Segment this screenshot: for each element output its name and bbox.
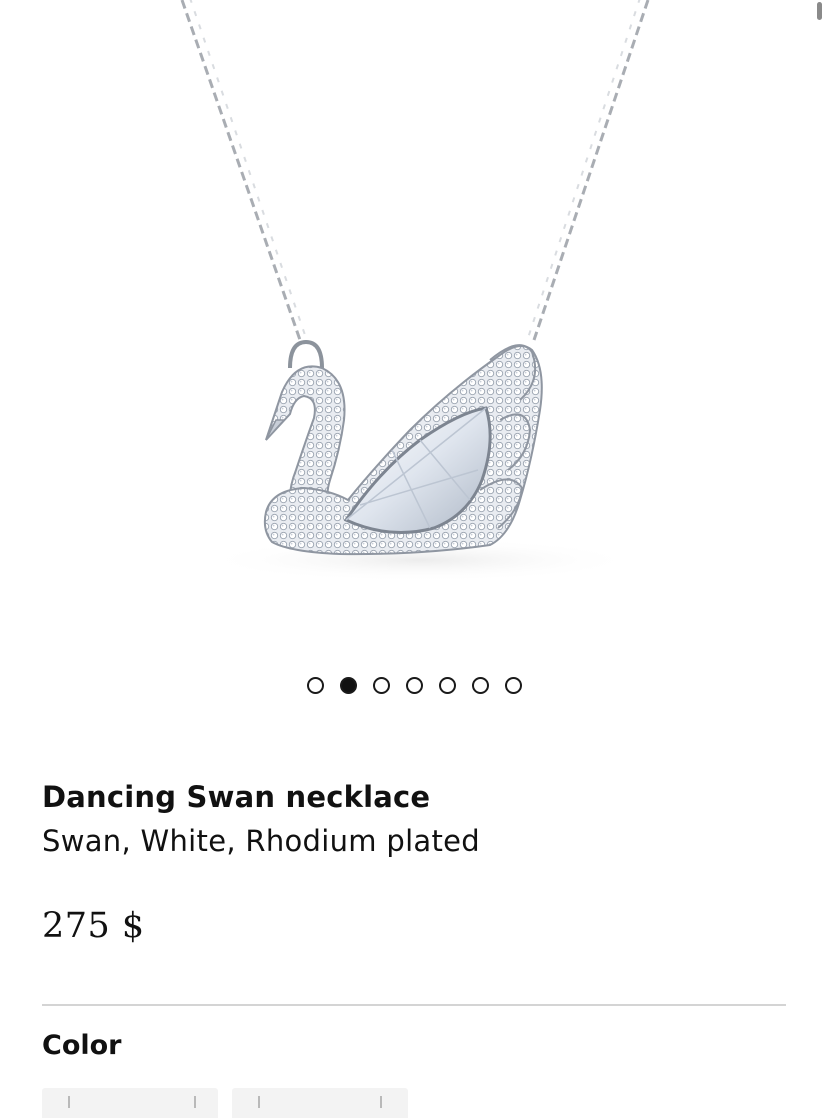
pagination-dot-7[interactable] [504,677,522,694]
pagination-dot-1[interactable] [306,677,324,694]
pagination-dot-2[interactable] [339,677,357,694]
color-swatch-list [42,1088,408,1118]
chain-thumbnail-icon [380,1096,382,1108]
pagination-dot-3[interactable] [372,677,390,694]
pagination-dot-5[interactable] [438,677,456,694]
scroll-indicator [817,2,822,20]
section-divider [42,1004,786,1006]
chain-thumbnail-icon [194,1096,196,1108]
color-swatch-1[interactable] [42,1088,218,1118]
gallery-pagination [0,677,828,694]
pagination-dot-6[interactable] [471,677,489,694]
pagination-dot-4[interactable] [405,677,423,694]
color-swatch-2[interactable] [232,1088,408,1118]
chain-thumbnail-icon [258,1096,260,1108]
color-section-label: Color [42,1030,122,1061]
product-price: 275 $ [42,906,145,946]
product-variant: Swan, White, Rhodium plated [42,824,481,858]
chain-right [527,0,650,341]
product-info: Dancing Swan necklace Swan, White, Rhodi… [42,778,786,860]
chain-thumbnail-icon [68,1096,70,1108]
chain-left [180,0,307,341]
product-image-gallery[interactable] [0,0,828,740]
product-name: Dancing Swan necklace [42,780,431,814]
necklace-image [180,0,650,582]
